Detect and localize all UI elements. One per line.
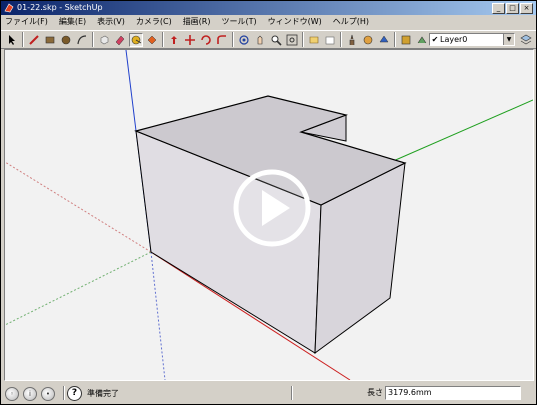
maximize-button[interactable]: □ <box>506 3 519 14</box>
menu-file[interactable]: ファイル(F) <box>5 15 48 29</box>
layer-value: Layer0 <box>440 35 468 44</box>
length-input[interactable]: 3179.6mm <box>385 386 521 400</box>
toolbar-separator <box>394 32 396 47</box>
menu-view[interactable]: 表示(V) <box>97 15 125 29</box>
credits-icon[interactable]: i <box>23 386 37 401</box>
model-viewport[interactable] <box>4 49 534 381</box>
menu-camera[interactable]: カメラ(C) <box>136 15 172 29</box>
get-models-icon[interactable] <box>399 33 413 47</box>
warehouse-icon[interactable] <box>323 33 337 47</box>
section-icon[interactable] <box>307 33 321 47</box>
menu-help[interactable]: ヘルプ(H) <box>333 15 369 29</box>
look-around-icon[interactable] <box>361 33 375 47</box>
toolbar-separator <box>162 32 164 47</box>
menu-bar: ファイル(F) 編集(E) 表示(V) カメラ(C) 描画(R) ツール(T) … <box>1 15 536 29</box>
geo-location-icon[interactable]: ◦ <box>5 386 19 401</box>
move-icon[interactable] <box>183 33 197 47</box>
user-icon[interactable]: • <box>41 386 55 401</box>
follow-me-icon[interactable] <box>215 33 229 47</box>
arc-icon[interactable] <box>75 33 89 47</box>
window-title: 01-22.skp - SketchUp <box>17 3 103 12</box>
make-component-icon[interactable] <box>97 33 111 47</box>
circle-icon[interactable] <box>59 33 73 47</box>
video-play-icon[interactable] <box>232 168 312 248</box>
rectangle-icon[interactable] <box>43 33 57 47</box>
line-icon[interactable] <box>27 33 41 47</box>
help-icon[interactable]: ? <box>67 386 82 401</box>
sketchup-app-icon <box>4 3 14 13</box>
menu-edit[interactable]: 編集(E) <box>59 15 86 29</box>
toolbar-separator <box>22 32 24 47</box>
status-divider <box>63 386 65 400</box>
close-button[interactable]: × <box>520 3 533 14</box>
select-icon[interactable] <box>5 33 19 47</box>
position-camera-icon[interactable] <box>377 33 391 47</box>
toolbar-separator <box>340 32 342 47</box>
sketchup-window: 01-22.skp - SketchUp _ □ × ファイル(F) 編集(E)… <box>0 0 537 405</box>
window-controls: _ □ × <box>492 3 533 14</box>
menu-window[interactable]: ウィンドウ(W) <box>268 15 322 29</box>
title-bar[interactable]: 01-22.skp - SketchUp _ □ × <box>1 1 536 15</box>
pan-icon[interactable] <box>253 33 267 47</box>
eraser-icon[interactable] <box>113 33 127 47</box>
tape-measure-icon[interactable] <box>129 32 143 47</box>
layer-manager-icon[interactable] <box>519 33 533 46</box>
menu-draw[interactable]: 描画(R) <box>183 15 211 29</box>
status-divider <box>291 386 293 400</box>
menu-tools[interactable]: ツール(T) <box>222 15 257 29</box>
zoom-extents-icon[interactable] <box>285 33 299 47</box>
push-pull-icon[interactable] <box>167 33 181 47</box>
zoom-icon[interactable] <box>269 33 283 47</box>
orbit-icon[interactable] <box>237 33 251 47</box>
toolbar-separator <box>232 32 234 47</box>
layer-dropdown[interactable]: ✔ Layer0 ▼ <box>429 33 515 46</box>
toolbar-separator <box>302 32 304 47</box>
dropdown-arrow-icon[interactable]: ▼ <box>503 34 514 45</box>
layer-check-icon: ✔ <box>431 35 439 44</box>
share-icon[interactable] <box>415 33 429 47</box>
rotate-icon[interactable] <box>199 33 213 47</box>
minimize-button[interactable]: _ <box>492 3 505 14</box>
walk-icon[interactable] <box>345 33 359 47</box>
toolbar-separator <box>92 32 94 47</box>
status-text: 準備完了 <box>87 389 119 398</box>
paint-bucket-icon[interactable] <box>145 33 159 47</box>
length-label: 長さ <box>367 388 383 397</box>
